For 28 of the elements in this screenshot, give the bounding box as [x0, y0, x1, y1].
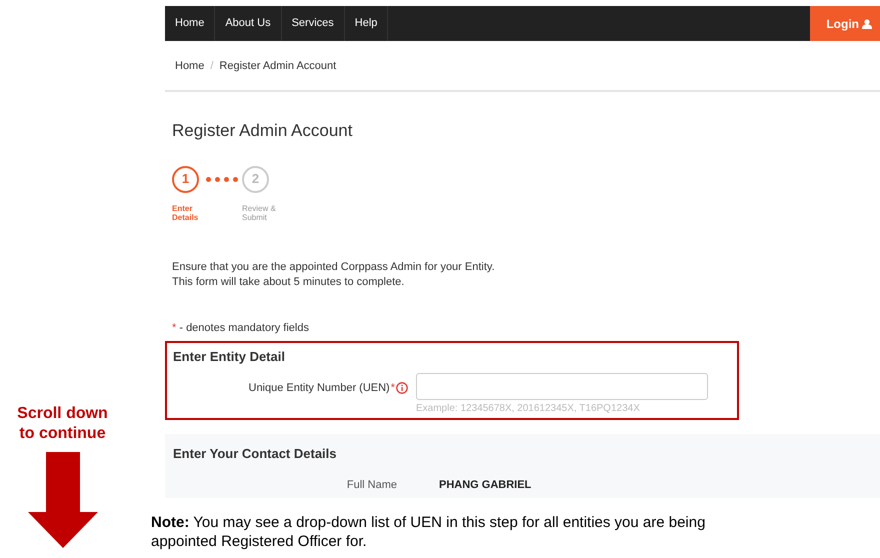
mandatory-text: - denotes mandatory fields: [179, 322, 309, 334]
required-mark: *: [172, 322, 176, 334]
section-heading: Enter Entity Detail: [173, 348, 286, 366]
breadcrumb-link[interactable]: Home: [175, 58, 204, 90]
intro-text: Ensure that you are the appointed Corppass Admin for your Entity.: [172, 260, 496, 274]
info-icon[interactable]: [396, 382, 408, 394]
required-mark: *: [390, 380, 395, 396]
field-label: Unique Entity Number (UEN): [248, 380, 390, 396]
field-label: Full Name: [346, 478, 397, 493]
intro-text: This form will take about 5 minutes to complete.: [172, 274, 406, 290]
breadcrumb-separator: /: [210, 59, 214, 74]
step-label: Review & Submit: [242, 204, 277, 222]
field-value: PHANG GABRIEL: [439, 478, 532, 493]
nav-link[interactable]: Services: [282, 6, 345, 41]
instruction-text: Scroll down to continue: [16, 404, 109, 444]
step-label: Enter Details: [172, 204, 200, 222]
step-connector: [206, 176, 238, 182]
breadcrumb-current: Register Admin Account: [219, 59, 336, 74]
field-hint: Example: 12345678X, 201612345X, T16PQ1234X: [416, 402, 641, 416]
note-text: Note: You may see a drop-down list of UEN in this step for all entities you are being appointed Registered Officer for.: [151, 513, 706, 552]
nav-link[interactable]: Help: [344, 6, 388, 41]
section-heading: Enter Your Contact Details: [173, 444, 338, 462]
nav-link[interactable]: About Us: [215, 6, 282, 41]
nav-link[interactable]: Home: [165, 6, 216, 41]
page-title: Register Admin Account: [172, 120, 354, 142]
uen-input-field[interactable]: [416, 372, 708, 400]
user-icon: [862, 18, 872, 28]
down-arrow-icon: [28, 452, 98, 548]
